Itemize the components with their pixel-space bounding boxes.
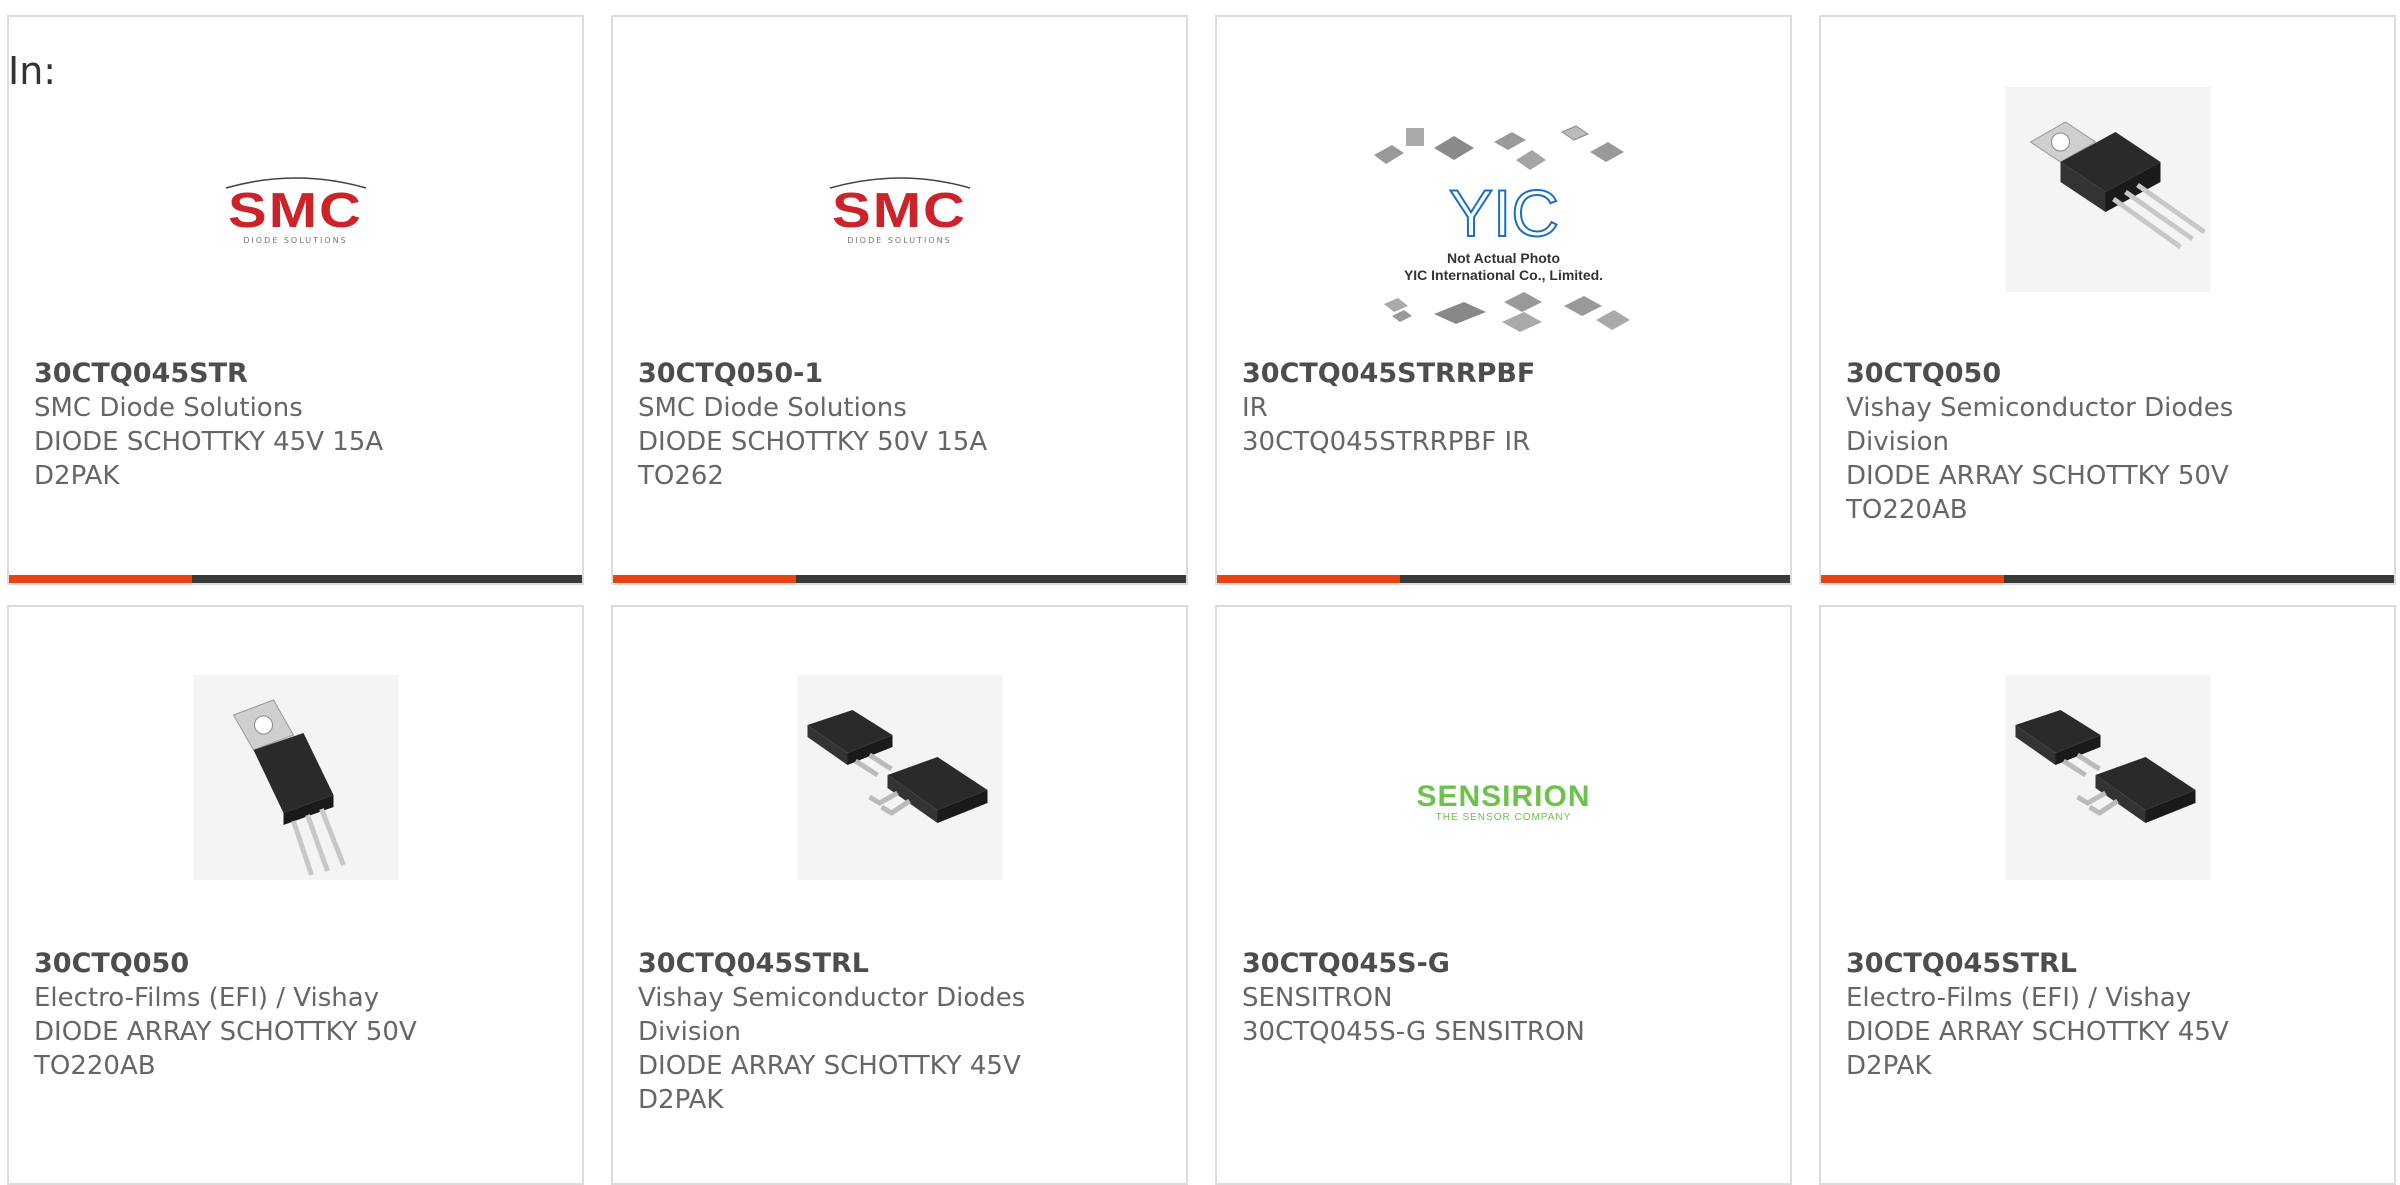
description: DIODE ARRAY SCHOTTKY 50V [34, 1017, 417, 1047]
description: DIODE SCHOTTKY 50V 15A [638, 427, 988, 457]
manufacturer: Vishay Semiconductor Diodes [638, 983, 1026, 1013]
part-number[interactable]: 30CTQ045STRL [1846, 947, 2369, 981]
d2pak-package-icon [807, 710, 987, 823]
product-card[interactable]: SENSIRION THE SENSOR COMPANY 30CTQ045S-G… [1215, 605, 1792, 1185]
manufacturer: Vishay Semiconductor Diodes [1846, 393, 2234, 423]
manufacturer: Electro-Films (EFI) / Vishay [34, 983, 380, 1013]
chip-icons [1373, 125, 1624, 170]
package: TO220AB [34, 1051, 156, 1081]
yic-logo: YIC [1447, 180, 1559, 250]
d2pak-package-icon [2015, 710, 2195, 823]
svg-text:YIC: YIC [1448, 180, 1558, 250]
manufacturer: SMC Diode Solutions [34, 393, 303, 423]
description: 30CTQ045STRRPBF IR [1242, 427, 1531, 457]
part-number[interactable]: 30CTQ045S-G [1242, 947, 1765, 981]
chip-icons [1383, 292, 1630, 332]
description: DIODE ARRAY SCHOTTKY 50V [1846, 461, 2229, 491]
package: TO262 [638, 461, 724, 491]
package: D2PAK [34, 461, 120, 491]
card-bottom-bar [613, 575, 1186, 583]
package: TO220AB [1846, 495, 1968, 525]
product-image[interactable] [797, 675, 1002, 880]
sensirion-logo: SENSIRION THE SENSOR COMPANY [1416, 779, 1591, 823]
part-number[interactable]: 30CTQ050 [1846, 357, 2369, 391]
product-image[interactable]: SMC DIODE SOLUTIONS [166, 82, 426, 342]
smc-logo: SMC DIODE SOLUTIONS [196, 172, 396, 252]
manufacturer: IR [1242, 393, 1268, 423]
manufacturer: Division [638, 1017, 742, 1047]
part-number[interactable]: 30CTQ050 [34, 947, 557, 981]
product-image[interactable] [2005, 87, 2210, 292]
manufacturer: SENSITRON [1242, 983, 1393, 1013]
to220-package-icon [2029, 121, 2206, 250]
product-card[interactable]: 30CTQ050 Electro-Films (EFI) / Vishay DI… [7, 605, 584, 1185]
card-bottom-bar [9, 575, 582, 583]
description: DIODE ARRAY SCHOTTKY 45V [638, 1051, 1021, 1081]
description: DIODE ARRAY SCHOTTKY 45V [1846, 1017, 2229, 1047]
product-card[interactable]: 30CTQ050 Vishay Semiconductor Diodes Div… [1819, 15, 2396, 585]
package: D2PAK [638, 1085, 724, 1115]
manufacturer: Division [1846, 427, 1950, 457]
card-bottom-bar [1217, 575, 1790, 583]
to220-package-icon [232, 699, 346, 876]
manufacturer: Electro-Films (EFI) / Vishay [1846, 983, 2192, 1013]
description: 30CTQ045S-G SENSITRON [1242, 1017, 1585, 1047]
description: DIODE SCHOTTKY 45V 15A [34, 427, 384, 457]
part-number[interactable]: 30CTQ050-1 [638, 357, 1161, 391]
product-card[interactable]: SMC DIODE SOLUTIONS 30CTQ050-1 SMC Diode… [611, 15, 1188, 585]
product-image[interactable]: SENSIRION THE SENSOR COMPANY [1374, 672, 1634, 932]
part-number[interactable]: 30CTQ045STRL [638, 947, 1161, 981]
part-number[interactable]: 30CTQ045STRRPBF [1242, 357, 1765, 391]
card-bottom-bar [1821, 575, 2394, 583]
product-image[interactable] [2005, 675, 2210, 880]
part-number[interactable]: 30CTQ045STR [34, 357, 557, 391]
package: D2PAK [1846, 1051, 1932, 1081]
filter-in-label: In: [8, 49, 57, 93]
product-image[interactable]: SMC DIODE SOLUTIONS [770, 82, 1030, 342]
manufacturer: SMC Diode Solutions [638, 393, 907, 423]
product-card[interactable]: 30CTQ045STRL Electro-Films (EFI) / Visha… [1819, 605, 2396, 1185]
smc-logo: SMC DIODE SOLUTIONS [800, 172, 1000, 252]
product-card[interactable]: YIC Not Actual Photo YIC International Co… [1215, 15, 1792, 585]
product-card[interactable]: SMC DIODE SOLUTIONS 30CTQ045STR SMC Diod… [7, 15, 584, 585]
product-image[interactable]: YIC Not Actual Photo YIC International Co… [1364, 92, 1644, 362]
product-image[interactable] [193, 675, 398, 880]
product-card[interactable]: 30CTQ045STRL Vishay Semiconductor Diodes… [611, 605, 1188, 1185]
